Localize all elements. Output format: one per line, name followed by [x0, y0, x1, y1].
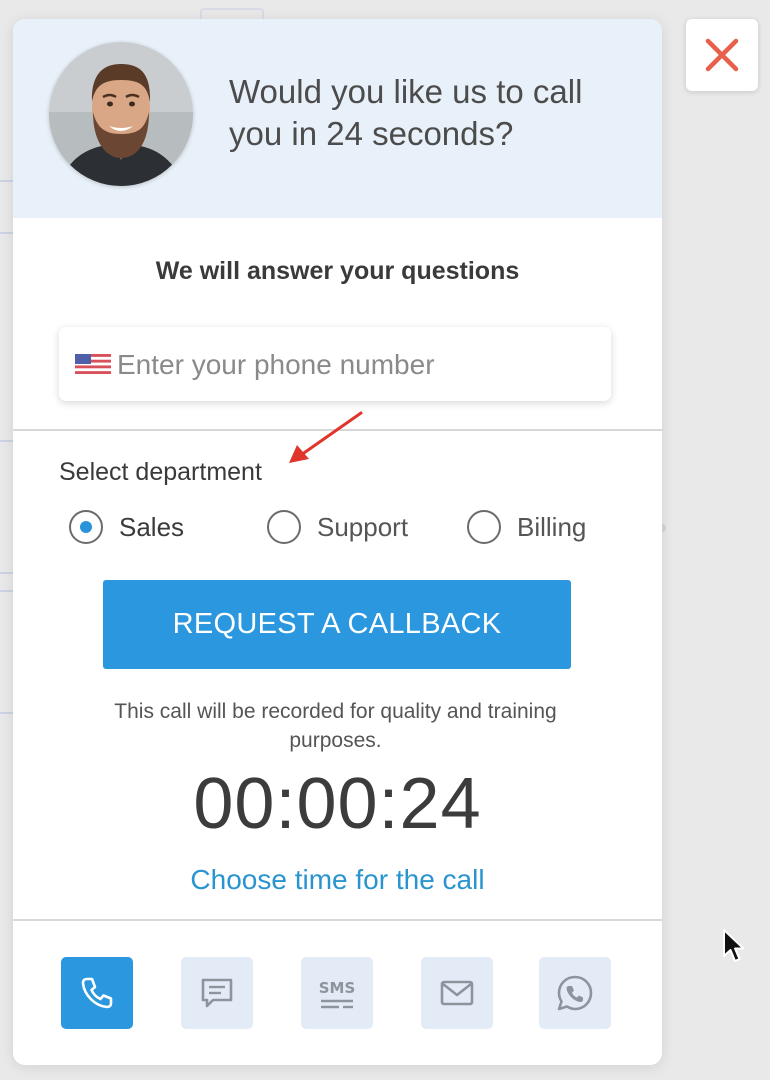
department-option-label: Sales: [119, 511, 185, 542]
countdown-timer: 00:00:24: [193, 764, 482, 844]
department-option-sales[interactable]: Sales: [69, 507, 184, 547]
department-label: Select department: [59, 458, 262, 486]
mouse-cursor-icon: [723, 929, 745, 962]
divider: [13, 919, 662, 921]
chat-icon: [201, 978, 233, 1008]
department-option-label: Support: [317, 511, 409, 542]
channel-whatsapp-button[interactable]: [539, 957, 611, 1029]
department-option-label: Billing: [517, 511, 587, 542]
us-flag-icon: [75, 354, 111, 374]
annotation-arrow-icon: [289, 411, 363, 463]
department-option-support[interactable]: Support: [267, 507, 408, 547]
widget-header: Would you like us to call you in 24 seco…: [13, 19, 662, 218]
request-callback-button[interactable]: REQUEST A CALLBACK: [103, 580, 571, 669]
radio-button[interactable]: [267, 510, 301, 544]
sms-icon: SMS: [319, 979, 356, 1009]
radio-button[interactable]: [467, 510, 501, 544]
channel-chat-button[interactable]: [181, 957, 253, 1029]
department-option-billing[interactable]: Billing: [467, 507, 586, 547]
whatsapp-icon: [557, 975, 593, 1011]
header-title: Would you like us to call you in 24 seco…: [229, 73, 583, 152]
phone-field[interactable]: [59, 327, 611, 403]
agent-avatar: [49, 42, 193, 186]
phone-input[interactable]: [115, 327, 599, 403]
channel-phone-button[interactable]: [61, 957, 133, 1029]
close-icon: [705, 38, 739, 72]
sms-icon-label: SMS: [319, 979, 356, 997]
channel-sms-button[interactable]: SMS: [301, 957, 373, 1029]
phone-icon: [81, 977, 113, 1009]
mail-icon: [440, 980, 474, 1006]
choose-time-link[interactable]: Choose time for the call: [13, 864, 662, 896]
radio-button[interactable]: [69, 510, 103, 544]
subtitle: We will answer your questions: [155, 257, 520, 285]
channel-email-button[interactable]: [421, 957, 493, 1029]
close-button[interactable]: [686, 19, 758, 91]
recording-notice: This call will be recorded for quality a…: [114, 700, 557, 752]
callback-widget: Would you like us to call you in 24 seco…: [13, 19, 662, 1065]
